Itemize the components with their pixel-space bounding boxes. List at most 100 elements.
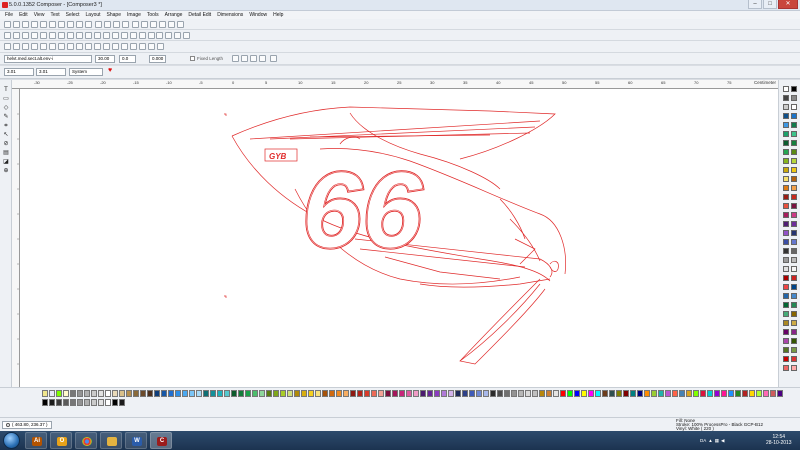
font-name-field[interactable]: helvt.med.sect.alt.env-i [4, 55, 92, 63]
menu-select[interactable]: Select [63, 12, 83, 18]
color-swatch[interactable] [637, 390, 643, 397]
palette-swatch[interactable] [783, 338, 789, 344]
color-swatch[interactable] [490, 390, 496, 397]
color-swatch[interactable] [301, 390, 307, 397]
edit-tool-13-icon[interactable] [112, 32, 119, 39]
color-swatch[interactable] [329, 390, 335, 397]
color-system-select[interactable]: System [69, 68, 103, 76]
color-swatch[interactable] [707, 390, 713, 397]
color-swatch[interactable] [42, 390, 48, 397]
color-swatch[interactable] [392, 390, 398, 397]
palette-swatch[interactable] [783, 221, 789, 227]
color-swatch[interactable] [140, 390, 146, 397]
palette-swatch[interactable] [791, 284, 797, 290]
menu-tools[interactable]: Tools [144, 12, 162, 18]
font-size-field[interactable]: 30.00 [95, 55, 115, 63]
arrange-tool-13-icon[interactable] [112, 43, 119, 50]
tray-arrow-icon[interactable]: ▲ [708, 438, 712, 443]
edit-tool-6-icon[interactable] [49, 32, 56, 39]
palette-swatch[interactable] [791, 158, 797, 164]
palette-swatch[interactable] [783, 140, 789, 146]
arrange-tool-4-icon[interactable] [31, 43, 38, 50]
color-swatch[interactable] [119, 399, 125, 406]
arrange-tool-16-icon[interactable] [139, 43, 146, 50]
palette-swatch[interactable] [791, 230, 797, 236]
color-swatch[interactable] [406, 390, 412, 397]
color-swatch[interactable] [518, 390, 524, 397]
palette-swatch[interactable] [791, 356, 797, 362]
color-swatch[interactable] [441, 390, 447, 397]
arrange-tool-2-icon[interactable] [13, 43, 20, 50]
align-center-icon[interactable] [241, 55, 248, 62]
color-swatch[interactable] [70, 390, 76, 397]
palette-swatch[interactable] [783, 311, 789, 317]
standard-tool-14-icon[interactable] [122, 21, 129, 28]
color-swatch[interactable] [665, 390, 671, 397]
standard-tool-2-icon[interactable] [13, 21, 20, 28]
color-swatch[interactable] [574, 390, 580, 397]
volume-icon[interactable]: ◀ [721, 438, 724, 444]
color-swatch[interactable] [126, 390, 132, 397]
color-swatch[interactable] [602, 390, 608, 397]
fill-tool-icon[interactable]: ◪ [2, 158, 10, 166]
menu-layout[interactable]: Layout [83, 12, 104, 18]
arrange-tool-18-icon[interactable] [157, 43, 164, 50]
color-swatch[interactable] [63, 390, 69, 397]
justify-icon[interactable] [259, 55, 266, 62]
edit-tool-10-icon[interactable] [85, 32, 92, 39]
color-swatch[interactable] [588, 390, 594, 397]
system-clock[interactable]: 12:54 28-10-2013 [766, 434, 792, 446]
color-swatch[interactable] [644, 390, 650, 397]
knife-tool-icon[interactable]: ⊘ [2, 140, 10, 148]
color-swatch[interactable] [679, 390, 685, 397]
palette-swatch[interactable] [791, 203, 797, 209]
minimize-button[interactable]: – [748, 0, 762, 9]
color-swatch[interactable] [434, 390, 440, 397]
color-swatch[interactable] [77, 399, 83, 406]
palette-swatch[interactable] [791, 365, 797, 371]
palette-swatch[interactable] [791, 131, 797, 137]
color-swatch[interactable] [252, 390, 258, 397]
edit-tool-3-icon[interactable] [22, 32, 29, 39]
arrange-tool-5-icon[interactable] [40, 43, 47, 50]
arrange-tool-9-icon[interactable] [76, 43, 83, 50]
palette-swatch[interactable] [791, 86, 797, 92]
palette-swatch[interactable] [783, 293, 789, 299]
palette-swatch[interactable] [791, 293, 797, 299]
palette-swatch[interactable] [783, 302, 789, 308]
palette-swatch[interactable] [791, 347, 797, 353]
palette-swatch[interactable] [791, 212, 797, 218]
color-swatch[interactable] [168, 390, 174, 397]
palette-swatch[interactable] [783, 203, 789, 209]
palette-swatch[interactable] [783, 275, 789, 281]
color-swatch[interactable] [245, 390, 251, 397]
palette-swatch[interactable] [783, 248, 789, 254]
standard-tool-13-icon[interactable] [113, 21, 120, 28]
edit-tool-5-icon[interactable] [40, 32, 47, 39]
arrange-tool-1-icon[interactable] [4, 43, 11, 50]
palette-swatch[interactable] [791, 338, 797, 344]
height-field[interactable]: 3.01 [36, 68, 66, 76]
color-swatch[interactable] [763, 390, 769, 397]
arrange-tool-3-icon[interactable] [22, 43, 29, 50]
color-swatch[interactable] [280, 390, 286, 397]
color-swatch[interactable] [623, 390, 629, 397]
edit-tool-16-icon[interactable] [139, 32, 146, 39]
palette-swatch[interactable] [783, 167, 789, 173]
taskbar-outlook[interactable]: O [50, 432, 72, 449]
color-swatch[interactable] [469, 390, 475, 397]
standard-tool-12-icon[interactable] [104, 21, 111, 28]
palette-swatch[interactable] [783, 329, 789, 335]
color-swatch[interactable] [70, 399, 76, 406]
color-swatch[interactable] [567, 390, 573, 397]
maximize-button[interactable]: □ [763, 0, 777, 9]
color-swatch[interactable] [511, 390, 517, 397]
heart-icon[interactable]: ♥ [108, 67, 112, 74]
palette-swatch[interactable] [783, 95, 789, 101]
palette-swatch[interactable] [783, 158, 789, 164]
color-swatch[interactable] [112, 390, 118, 397]
color-swatch[interactable] [777, 390, 783, 397]
color-swatch[interactable] [420, 390, 426, 397]
color-swatch[interactable] [161, 390, 167, 397]
color-swatch[interactable] [98, 390, 104, 397]
